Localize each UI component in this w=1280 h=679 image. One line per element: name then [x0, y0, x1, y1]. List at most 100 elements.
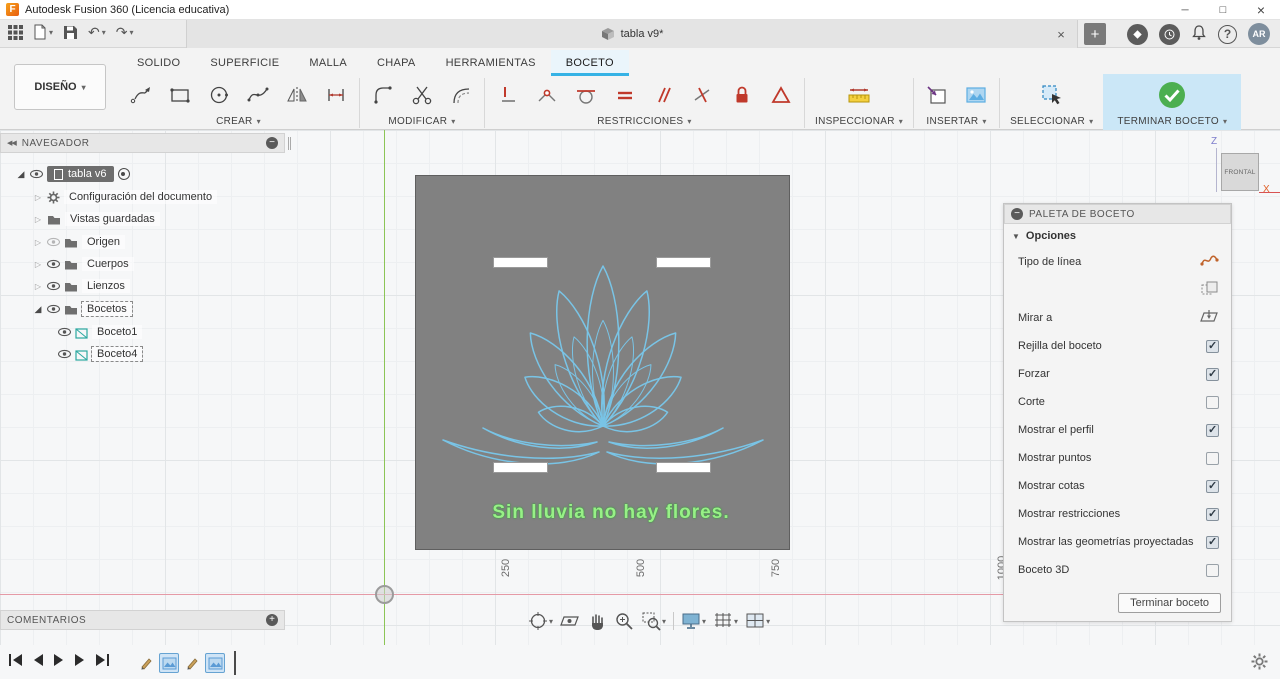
comments-header[interactable]: COMENTARIOS + — [0, 610, 285, 630]
option-show-dimensions[interactable]: Mostrar cotas — [1004, 472, 1231, 500]
collapse-panel-icon[interactable] — [7, 139, 16, 147]
show-constraints-checkbox[interactable] — [1206, 507, 1219, 521]
timeline-canvas-feature[interactable] — [205, 653, 225, 673]
save-icon[interactable] — [63, 25, 78, 40]
close-button[interactable] — [1242, 0, 1280, 20]
timeline-position-marker[interactable] — [234, 651, 236, 675]
expander-icon[interactable] — [33, 191, 43, 203]
design-workspace-menu[interactable]: DISEÑO — [14, 64, 106, 110]
palette-header[interactable]: − PALETA DE BOCETO — [1004, 204, 1231, 224]
canvas-viewport[interactable]: Sin lluvia no hay flores. 250 500 750 10… — [0, 130, 1280, 679]
tab-solido[interactable]: SOLIDO — [122, 50, 195, 76]
navigator-header[interactable]: NAVEGADOR − — [0, 133, 285, 153]
visibility-eye-icon[interactable] — [47, 304, 60, 314]
visibility-eye-icon[interactable] — [47, 237, 60, 247]
show-dimensions-checkbox[interactable] — [1206, 479, 1219, 493]
offset-tool[interactable] — [448, 82, 474, 108]
finish-sketch-button[interactable] — [1157, 80, 1187, 110]
timeline-canvas-feature[interactable] — [159, 653, 179, 673]
expander-icon[interactable] — [16, 168, 26, 180]
play-button[interactable] — [53, 653, 65, 670]
tab-herramientas[interactable]: HERRAMIENTAS — [431, 50, 551, 76]
visibility-eye-icon[interactable] — [58, 349, 71, 359]
slot-cutout[interactable] — [493, 462, 548, 473]
visibility-eye-icon[interactable] — [47, 259, 60, 269]
sketch-grid-checkbox[interactable] — [1206, 339, 1219, 353]
lotus-sketch[interactable] — [438, 251, 768, 481]
expander-icon[interactable] — [33, 213, 43, 225]
panel-drag-handle[interactable] — [288, 137, 291, 150]
linetype-icon[interactable] — [1200, 253, 1219, 271]
spline-tool[interactable] — [245, 82, 271, 108]
maximize-button[interactable] — [1204, 0, 1242, 20]
option-look-at[interactable]: Mirar a — [1004, 304, 1231, 332]
show-points-checkbox[interactable] — [1206, 451, 1219, 465]
create-group-label[interactable]: CREAR — [216, 114, 261, 128]
file-menu-icon[interactable] — [33, 24, 53, 40]
timeline-sketch-feature[interactable] — [136, 653, 156, 673]
constraints-group-label[interactable]: RESTRICCIONES — [597, 114, 691, 128]
help-icon[interactable] — [1218, 24, 1237, 44]
modify-group-label[interactable]: MODIFICAR — [388, 114, 455, 128]
tab-superficie[interactable]: SUPERFICIE — [195, 50, 294, 76]
app-grid-icon[interactable] — [8, 24, 23, 40]
go-to-start-button[interactable] — [8, 653, 23, 670]
tree-item-bodies[interactable]: Cuerpos — [0, 253, 134, 275]
visibility-eye-icon[interactable] — [30, 169, 43, 179]
option-show-points[interactable]: Mostrar puntos — [1004, 444, 1231, 472]
construction-geometry-icon[interactable] — [1201, 281, 1219, 299]
timeline-settings-gear-icon[interactable] — [1251, 653, 1268, 673]
look-at-view-icon[interactable] — [560, 612, 580, 630]
option-show-profile[interactable]: Mostrar el perfil — [1004, 416, 1231, 444]
timeline-sketch-feature[interactable] — [182, 653, 202, 673]
finish-sketch-label[interactable]: TERMINAR BOCETO — [1117, 114, 1227, 128]
redo-icon[interactable]: ↷ — [116, 25, 134, 39]
option-linetype[interactable]: Tipo de línea — [1004, 248, 1231, 276]
sketch-3d-checkbox[interactable] — [1206, 563, 1219, 577]
add-comment-icon[interactable]: + — [266, 614, 278, 626]
rectangle-tool[interactable] — [167, 82, 193, 108]
tree-item-sketches[interactable]: Bocetos — [0, 298, 133, 320]
document-tab[interactable]: tabla v9* — [186, 20, 1078, 48]
mirror-tool[interactable] — [284, 82, 310, 108]
tab-chapa[interactable]: CHAPA — [362, 50, 431, 76]
root-document-pill[interactable]: tabla v6 — [47, 166, 114, 182]
circle-tool[interactable] — [206, 82, 232, 108]
select-group-label[interactable]: SELECCIONAR — [1010, 114, 1093, 128]
active-component-radio[interactable] — [117, 168, 130, 180]
options-section-header[interactable]: Opciones — [1004, 224, 1231, 248]
slice-checkbox[interactable] — [1206, 395, 1219, 409]
option-snap[interactable]: Forzar — [1004, 360, 1231, 388]
canvas-image-tool[interactable] — [963, 82, 989, 108]
go-to-end-button[interactable] — [95, 653, 110, 670]
fix-constraint[interactable] — [729, 82, 755, 108]
option-construction[interactable] — [1004, 276, 1231, 304]
notifications-bell-icon[interactable] — [1191, 24, 1207, 44]
tab-boceto[interactable]: BOCETO — [550, 50, 629, 76]
equal-constraint[interactable] — [612, 82, 638, 108]
visibility-eye-icon[interactable] — [47, 281, 60, 291]
tree-item-saved-views[interactable]: Vistas guardadas — [0, 208, 160, 230]
tab-close-icon[interactable] — [1053, 26, 1069, 42]
tree-item-origin[interactable]: Origen — [0, 231, 126, 253]
coincident-constraint[interactable] — [534, 82, 560, 108]
midpoint-constraint[interactable] — [768, 82, 794, 108]
viewcube[interactable]: Z FRONTAL X — [1205, 136, 1280, 202]
slot-cutout[interactable] — [656, 257, 711, 268]
tree-item-document-settings[interactable]: Configuración del documento — [0, 186, 218, 208]
look-at-icon[interactable] — [1200, 309, 1219, 327]
option-sketch-grid[interactable]: Rejilla del boceto — [1004, 332, 1231, 360]
zoom-window-icon[interactable] — [641, 611, 666, 631]
fillet-tool[interactable] — [370, 82, 396, 108]
profile-avatar[interactable]: AR — [1248, 23, 1270, 45]
display-settings-icon[interactable] — [681, 612, 706, 630]
option-show-projected[interactable]: Mostrar las geometrías proyectadas — [1004, 528, 1231, 556]
viewcube-front-face[interactable]: FRONTAL — [1221, 153, 1259, 191]
snap-checkbox[interactable] — [1206, 367, 1219, 381]
zoom-icon[interactable] — [614, 611, 634, 631]
slot-cutout[interactable] — [656, 462, 711, 473]
option-show-constraints[interactable]: Mostrar restricciones — [1004, 500, 1231, 528]
tree-item-canvases[interactable]: Lienzos — [0, 275, 130, 297]
panel-options-icon[interactable]: − — [1011, 208, 1023, 220]
grid-settings-icon[interactable] — [713, 612, 738, 630]
